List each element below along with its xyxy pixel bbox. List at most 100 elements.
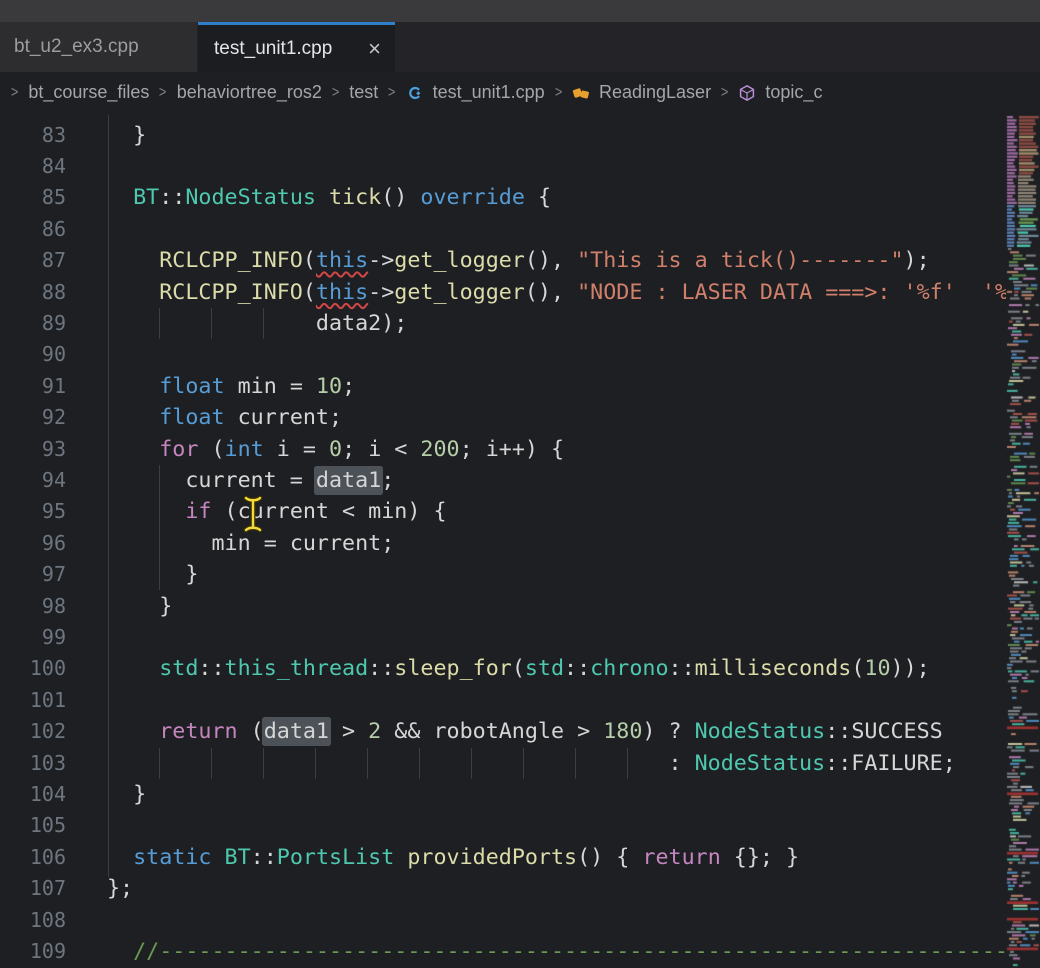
code-text: for (int i = 0; i < 200; i++) { <box>107 434 564 465</box>
line-number[interactable]: 90 <box>0 339 66 370</box>
line-number[interactable]: 86 <box>0 214 66 245</box>
code-line[interactable]: 105 <box>0 810 1006 841</box>
breadcrumb-item-file[interactable]: test_unit1.cpp <box>433 82 545 103</box>
line-number[interactable]: 103 <box>0 748 66 779</box>
code-line[interactable]: 85 BT::NodeStatus tick() override { <box>0 182 1006 213</box>
code-line[interactable]: 83 } <box>0 120 1006 151</box>
code-line[interactable]: 98 } <box>0 591 1006 622</box>
code-text: } <box>107 120 146 151</box>
line-number[interactable]: 88 <box>0 277 66 308</box>
indent-guide <box>211 748 212 779</box>
breadcrumb-item-folder[interactable]: bt_course_files <box>28 82 149 103</box>
code-text: //--------------------------------------… <box>107 936 1006 967</box>
line-number[interactable]: 85 <box>0 182 66 213</box>
code-text: data2); <box>107 308 407 339</box>
code-text: float current; <box>107 402 342 433</box>
code-line[interactable]: 109 //----------------------------------… <box>0 936 1006 967</box>
breadcrumb-item-class[interactable]: ReadingLaser <box>599 82 711 103</box>
line-number[interactable]: 109 <box>0 936 66 967</box>
code-line[interactable]: 90 <box>0 339 1006 370</box>
indent-guide <box>263 308 264 339</box>
line-number[interactable]: 97 <box>0 559 66 590</box>
code-line[interactable]: 106 static BT::PortsList providedPorts()… <box>0 842 1006 873</box>
code-line[interactable]: 84 <box>0 151 1006 182</box>
breadcrumb-item-folder[interactable]: test <box>349 82 378 103</box>
chevron-right-icon: > <box>721 84 728 102</box>
code-line[interactable]: 88 RCLCPP_INFO(this->get_logger(), "NODE… <box>0 277 1006 308</box>
chevron-right-icon: > <box>555 84 562 102</box>
line-number[interactable]: 95 <box>0 496 66 527</box>
code-line[interactable]: 93 for (int i = 0; i < 200; i++) { <box>0 434 1006 465</box>
code-text: BT::NodeStatus tick() override { <box>107 182 551 213</box>
code-text: min = current; <box>107 528 394 559</box>
code-text: if (current < min) { <box>107 496 447 527</box>
code-line[interactable]: 94 current = data1; <box>0 465 1006 496</box>
indent-guide <box>211 308 212 339</box>
symbol-class-icon <box>572 84 590 102</box>
indent-guide <box>159 465 160 591</box>
line-number[interactable]: 94 <box>0 465 66 496</box>
chevron-right-icon: > <box>332 84 339 102</box>
line-number[interactable]: 93 <box>0 434 66 465</box>
line-number[interactable]: 105 <box>0 810 66 841</box>
code-line[interactable]: 101 <box>0 685 1006 716</box>
code-line[interactable]: 102 return (data1 > 2 && robotAngle > 18… <box>0 716 1006 747</box>
code-line[interactable]: 108 <box>0 905 1006 936</box>
line-number[interactable]: 89 <box>0 308 66 339</box>
code-text: }; <box>107 873 133 904</box>
indent-guide <box>159 308 160 339</box>
line-number[interactable]: 83 <box>0 120 66 151</box>
code-line[interactable]: 96 min = current; <box>0 528 1006 559</box>
code-area[interactable]: 83 }8485 BT::NodeStatus tick() override … <box>0 113 1006 968</box>
close-icon[interactable]: × <box>368 38 381 60</box>
tab-bar: bt_u2_ex3.cpp test_unit1.cpp × <box>0 22 1040 72</box>
minimap[interactable] <box>1006 113 1040 968</box>
symbol-method-icon <box>738 84 756 102</box>
code-text: RCLCPP_INFO(this->get_logger(), "This is… <box>107 245 930 276</box>
line-number[interactable]: 107 <box>0 873 66 904</box>
line-number[interactable]: 96 <box>0 528 66 559</box>
line-number[interactable]: 101 <box>0 685 66 716</box>
indent-guide <box>367 748 368 779</box>
indent-guide <box>471 748 472 779</box>
line-number[interactable]: 102 <box>0 716 66 747</box>
code-line[interactable]: 92 float current; <box>0 402 1006 433</box>
line-number[interactable]: 84 <box>0 151 66 182</box>
vscode-window: bt_u2_ex3.cpp test_unit1.cpp × > bt_cour… <box>0 0 1040 968</box>
code-line[interactable]: 86 <box>0 214 1006 245</box>
line-number[interactable]: 99 <box>0 622 66 653</box>
tab-label: bt_u2_ex3.cpp <box>14 36 139 58</box>
code-editor[interactable]: 83 }8485 BT::NodeStatus tick() override … <box>0 113 1040 968</box>
line-number[interactable]: 98 <box>0 591 66 622</box>
code-line[interactable]: 104 } <box>0 779 1006 810</box>
code-line[interactable]: 107}; <box>0 873 1006 904</box>
indent-guide <box>627 748 628 779</box>
code-line[interactable]: 99 <box>0 622 1006 653</box>
indent-guide <box>523 748 524 779</box>
line-number[interactable]: 104 <box>0 779 66 810</box>
code-line[interactable]: 87 RCLCPP_INFO(this->get_logger(), "This… <box>0 245 1006 276</box>
line-number[interactable]: 106 <box>0 842 66 873</box>
line-number[interactable]: 100 <box>0 653 66 684</box>
line-number[interactable]: 92 <box>0 402 66 433</box>
code-line[interactable]: 103 : NodeStatus::FAILURE; <box>0 748 1006 779</box>
line-number[interactable]: 108 <box>0 905 66 936</box>
code-text: RCLCPP_INFO(this->get_logger(), "NODE : … <box>107 277 1006 308</box>
indent-guide <box>108 115 109 877</box>
code-line[interactable]: 97 } <box>0 559 1006 590</box>
code-text: } <box>107 591 172 622</box>
line-number[interactable]: 87 <box>0 245 66 276</box>
chevron-right-icon: > <box>11 84 18 102</box>
code-line[interactable]: 91 float min = 10; <box>0 371 1006 402</box>
breadcrumb-item-folder[interactable]: behaviortree_ros2 <box>177 82 322 103</box>
code-line[interactable]: 100 std::this_thread::sleep_for(std::chr… <box>0 653 1006 684</box>
code-text: std::this_thread::sleep_for(std::chrono:… <box>107 653 930 684</box>
breadcrumb: > bt_course_files > behaviortree_ros2 > … <box>0 72 1040 113</box>
line-number[interactable]: 91 <box>0 371 66 402</box>
tab-test-unit1[interactable]: test_unit1.cpp × <box>198 22 395 72</box>
indent-guide <box>419 748 420 779</box>
tab-bt-u2-ex3[interactable]: bt_u2_ex3.cpp <box>0 22 197 72</box>
breadcrumb-item-method[interactable]: topic_c <box>765 82 822 103</box>
code-line[interactable]: 95 if (current < min) { <box>0 496 1006 527</box>
code-line[interactable]: 89 data2); <box>0 308 1006 339</box>
